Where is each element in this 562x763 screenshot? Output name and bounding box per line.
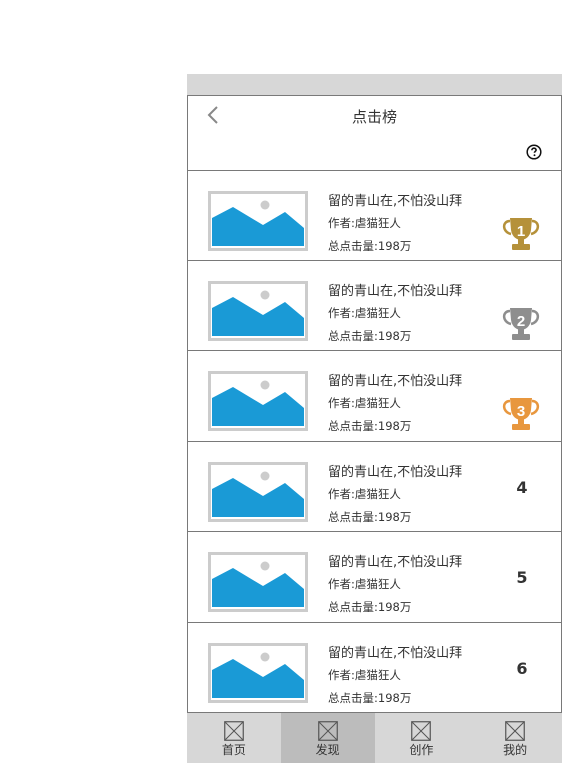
- rank-number: 5: [516, 568, 528, 587]
- work-author: 作者:虐猫狂人: [328, 577, 401, 591]
- placeholder-icon: [411, 721, 432, 741]
- rank-number: 6: [516, 658, 528, 678]
- work-author: 作者:虐猫狂人: [328, 486, 401, 501]
- work-author: 作者:虐猫狂人: [328, 216, 401, 230]
- tab-item[interactable]: 我的: [468, 713, 562, 763]
- ranking-list-item[interactable]: 留的青山在,不怕没山拜 作者:虐猫狂人 总点击量:198万 4: [188, 441, 561, 532]
- rank-number: 2: [517, 313, 525, 330]
- work-author: 作者:虐猫狂人: [328, 396, 401, 410]
- ranking-list-item[interactable]: 留的青山在,不怕没山拜 作者:虐猫狂人 总点击量:198万 6: [188, 622, 561, 713]
- work-title: 留的青山在,不怕没山拜: [328, 374, 463, 389]
- trophy-icon: 3: [502, 398, 540, 430]
- image-placeholder-icon: [208, 280, 308, 341]
- image-placeholder-icon: [208, 461, 308, 522]
- placeholder-icon: [505, 721, 525, 741]
- sub-header-bar: [187, 134, 562, 171]
- ranking-list: 留的青山在,不怕没山拜 作者:虐猫狂人 总点击量:198万 1 留的青山在,不怕没山…: [187, 170, 562, 713]
- status-bar: [187, 74, 562, 95]
- ranking-list-item[interactable]: 留的青山在,不怕没山拜 作者:虐猫狂人 总点击量:198万 2: [188, 260, 561, 351]
- work-title: 留的青山在,不怕没山拜: [328, 283, 463, 299]
- rank-number: 1: [517, 223, 525, 240]
- image-placeholder-icon: [208, 552, 308, 612]
- trophy-icon: 1: [502, 218, 540, 250]
- work-click-count: 总点击量:198万: [328, 419, 412, 433]
- tab-label: 创作: [409, 743, 434, 757]
- tab-item[interactable]: 发现: [280, 713, 375, 763]
- image-placeholder-icon: [208, 642, 308, 703]
- ranking-list-item[interactable]: 留的青山在,不怕没山拜 作者:虐猫狂人 总点击量:198万 1: [188, 170, 561, 261]
- header-bar: 点击榜: [187, 95, 562, 135]
- tab-item[interactable]: 首页: [187, 713, 281, 763]
- rank-number: 4: [516, 477, 528, 497]
- work-click-count: 总点击量:198万: [328, 328, 412, 343]
- image-placeholder-icon: [208, 371, 308, 431]
- work-author: 作者:虐猫狂人: [328, 305, 401, 320]
- tab-item[interactable]: 创作: [375, 713, 469, 763]
- placeholder-icon: [317, 721, 338, 741]
- trophy-icon: 2: [502, 307, 540, 340]
- work-author: 作者:虐猫狂人: [328, 667, 401, 682]
- tab-label: 我的: [503, 743, 528, 757]
- work-title: 留的青山在,不怕没山拜: [328, 645, 463, 661]
- bottom-tab-bar: 首页 发现 创作 我的: [187, 713, 562, 763]
- placeholder-icon: [224, 721, 244, 741]
- tab-label: 首页: [221, 743, 246, 757]
- question-circle-icon: [526, 144, 542, 160]
- phone-screen: 点击榜 留的青山在,不怕没山拜 作者:虐猫狂人 总点击量:198万 1 留的青山…: [187, 74, 562, 763]
- image-placeholder-icon: [208, 191, 308, 251]
- work-title: 留的青山在,不怕没山拜: [328, 555, 463, 570]
- help-button[interactable]: [526, 144, 542, 160]
- work-click-count: 总点击量:198万: [328, 239, 412, 253]
- page-title: 点击榜: [351, 108, 397, 126]
- work-click-count: 总点击量:198万: [328, 600, 412, 614]
- work-click-count: 总点击量:198万: [328, 509, 412, 524]
- work-title: 留的青山在,不怕没山拜: [328, 194, 463, 209]
- rank-number: 3: [517, 403, 525, 420]
- ranking-list-item[interactable]: 留的青山在,不怕没山拜 作者:虐猫狂人 总点击量:198万 5: [188, 532, 561, 623]
- work-click-count: 总点击量:198万: [328, 690, 412, 705]
- tab-label: 发现: [315, 743, 340, 757]
- ranking-list-item[interactable]: 留的青山在,不怕没山拜 作者:虐猫狂人 总点击量:198万 3: [188, 351, 561, 442]
- work-title: 留的青山在,不怕没山拜: [328, 464, 463, 480]
